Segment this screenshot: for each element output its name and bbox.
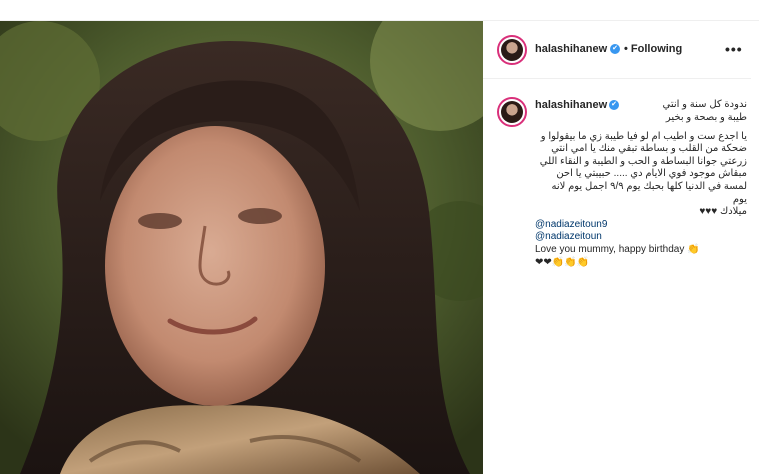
separator-dot: • (624, 43, 628, 55)
caption-avatar[interactable] (497, 97, 527, 127)
post-caption: halashihanew ✔ ندودة كل سنة و انتي طيبة … (535, 99, 747, 269)
instagram-post: halashihanew ✔ • Following ••• halashiha… (0, 20, 759, 474)
caption-arabic-body: يا اجدع ست و اطيب ام لو فيا طيبة زي ما ب… (539, 130, 747, 205)
caption-english-line: Love you mummy, happy birthday 👏 (535, 243, 700, 255)
follow-status-label: Following (630, 43, 683, 55)
more-options-icon[interactable]: ••• (725, 42, 743, 56)
caption-arabic-line-2: طيبة و بصحة و بخير (665, 112, 747, 123)
mention-link-1[interactable]: @nadiazeitoun9 (535, 219, 747, 232)
caption-arabic-line-1: ندودة كل سنة و انتي (662, 99, 747, 110)
caption-username[interactable]: halashihanew (535, 99, 607, 112)
verified-badge-icon: ✔ (609, 100, 619, 110)
post-photo[interactable] (0, 21, 483, 474)
mention-link-2[interactable]: @nadiazeitoun (535, 231, 747, 244)
author-avatar[interactable] (497, 35, 527, 65)
follow-button[interactable]: • Following (624, 43, 682, 55)
author-username[interactable]: halashihanew (535, 43, 607, 55)
caption-emoji-line: ❤❤👏👏👏 (535, 256, 590, 268)
portrait-image (0, 21, 483, 474)
post-side-panel: halashihanew ✔ • Following ••• halashiha… (483, 21, 759, 474)
avatar-image (501, 39, 523, 61)
verified-badge-icon: ✔ (610, 44, 620, 54)
avatar-image (501, 101, 523, 123)
caption-arabic-last: ميلادك ♥♥♥ (699, 206, 747, 218)
post-header: halashihanew ✔ • Following ••• (483, 21, 751, 79)
